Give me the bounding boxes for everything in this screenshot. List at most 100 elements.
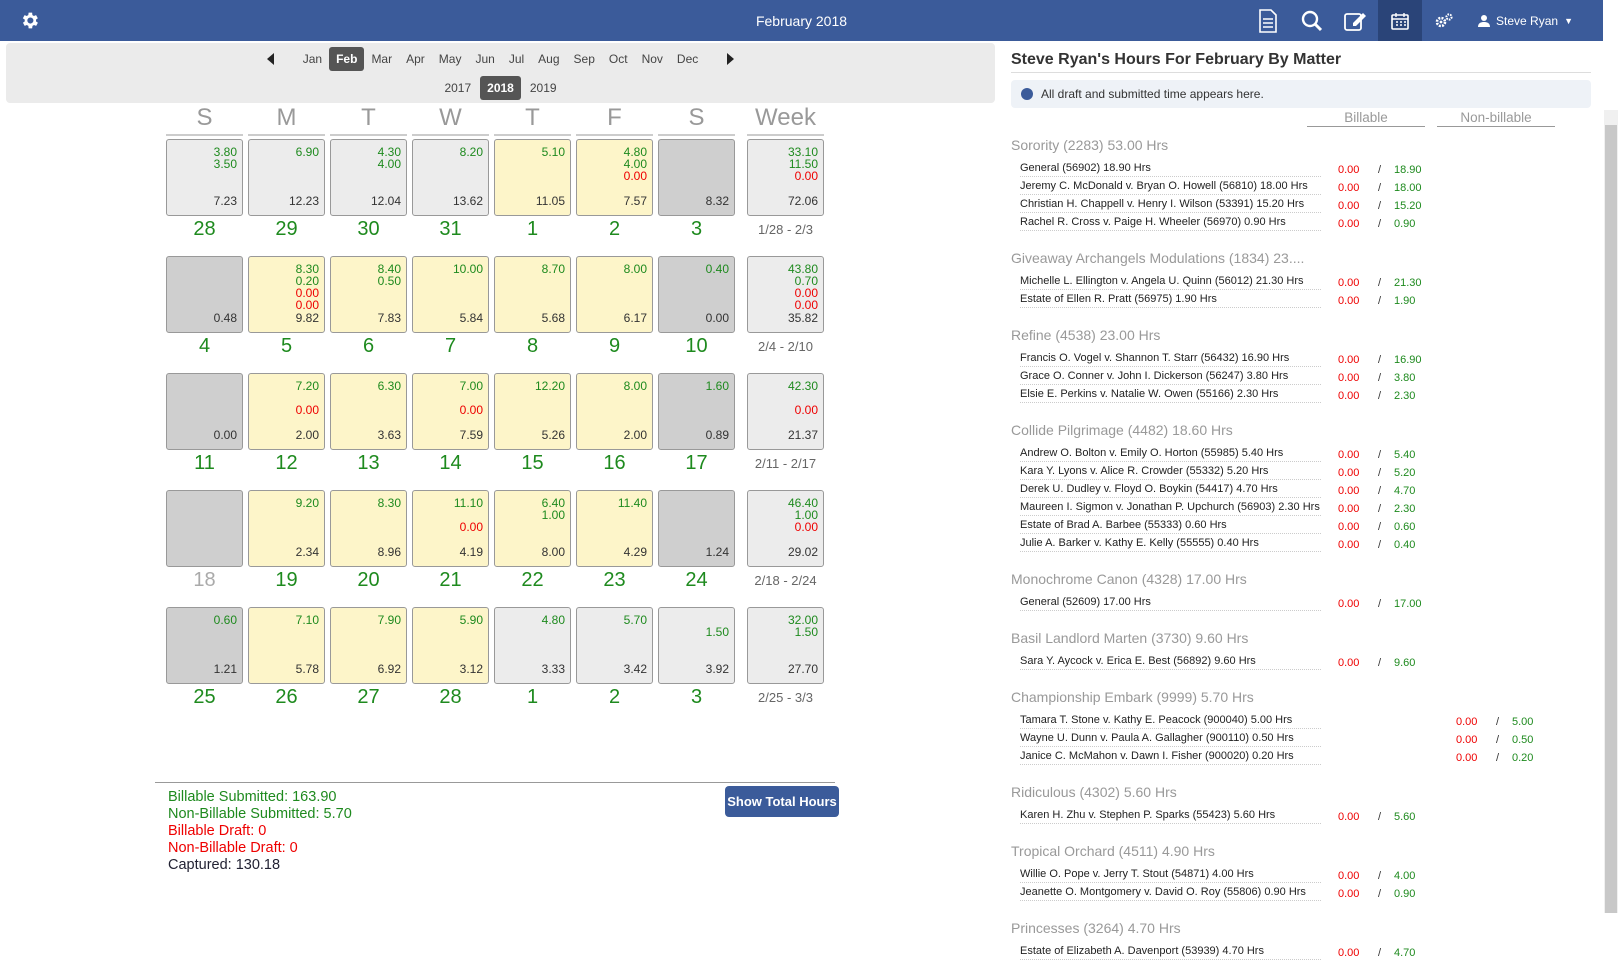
matter-row[interactable]: Karen H. Zhu v. Stephen P. Sparks (55423… [1020,808,1321,824]
prev-month-arrow-icon[interactable] [266,53,274,65]
matter-row[interactable]: Michelle L. Ellington v. Angela U. Quinn… [1020,274,1321,290]
day-cell[interactable]: 7.20 0.00 2.00 [248,373,325,450]
year-2019[interactable]: 2019 [523,76,564,100]
matter-group-header[interactable]: Basil Landlord Marten (3730) 9.60 Hrs [1011,630,1248,646]
week-total-cell[interactable]: 42.30 0.00 21.37 [747,373,824,450]
day-cell[interactable]: 9.20 2.34 [248,490,325,567]
matter-group-header[interactable]: Giveaway Archangels Modulations (1834) 2… [1011,250,1304,266]
day-cell[interactable]: 5.70 3.42 [576,607,653,684]
day-cell[interactable]: 5.10 11.05 [494,139,571,216]
matter-row[interactable]: Elsie E. Perkins v. Natalie W. Owen (551… [1020,387,1321,403]
day-cell[interactable] [166,490,243,567]
matter-row[interactable]: Grace O. Conner v. John I. Dickerson (56… [1020,369,1321,385]
day-cell[interactable]: 8.30 0.20 0.00 0.00 9.82 [248,256,325,333]
week-total-cell[interactable]: 32.00 1.50 27.70 [747,607,824,684]
matter-row[interactable]: Tamara T. Stone v. Kathy E. Peacock (900… [1020,713,1321,729]
day-cell[interactable]: 0.48 [166,256,243,333]
week-total-cell[interactable]: 46.40 1.00 0.00 29.02 [747,490,824,567]
day-cell[interactable]: 8.00 6.17 [576,256,653,333]
month-sep[interactable]: Sep [567,47,602,71]
edit-icon[interactable] [1334,0,1378,41]
day-cell[interactable]: 3.80 3.50 7.23 [166,139,243,216]
month-may[interactable]: May [432,47,469,71]
month-jan[interactable]: Jan [296,47,329,71]
matter-row[interactable]: General (56902) 18.90 Hrs [1020,161,1321,177]
day-cell[interactable]: 6.90 12.23 [248,139,325,216]
day-cell[interactable]: 1.24 [658,490,735,567]
matter-row[interactable]: Julie A. Barker v. Kathy E. Kelly (55555… [1020,536,1321,552]
calendar-icon[interactable] [1378,0,1423,41]
day-cell[interactable]: 8.30 8.96 [330,490,407,567]
day-cell[interactable]: 12.20 5.26 [494,373,571,450]
day-cell[interactable]: 11.10 0.00 4.19 [412,490,489,567]
matter-row[interactable]: Maureen I. Sigmon v. Jonathan P. Upchurc… [1020,500,1321,516]
day-cell[interactable]: 8.20 13.62 [412,139,489,216]
day-cell[interactable]: 1.50 3.92 [658,607,735,684]
matter-row[interactable]: Francis O. Vogel v. Shannon T. Starr (56… [1020,351,1321,367]
day-cell[interactable]: 7.10 5.78 [248,607,325,684]
day-cell[interactable]: 1.60 0.89 [658,373,735,450]
day-cell[interactable]: 8.40 0.50 7.83 [330,256,407,333]
day-cell[interactable]: 0.00 [166,373,243,450]
day-cell[interactable]: 0.40 0.00 [658,256,735,333]
document-icon[interactable] [1246,0,1290,41]
day-cell[interactable]: 4.30 4.00 12.04 [330,139,407,216]
month-aug[interactable]: Aug [531,47,566,71]
matter-group-header[interactable]: Monochrome Canon (4328) 17.00 Hrs [1011,571,1247,587]
month-jul[interactable]: Jul [502,47,531,71]
month-jun[interactable]: Jun [468,47,501,71]
matter-row[interactable]: General (52609) 17.00 Hrs [1020,595,1321,611]
matter-group-header[interactable]: Championship Embark (9999) 5.70 Hrs [1011,689,1254,705]
matter-group-header[interactable]: Collide Pilgrimage (4482) 18.60 Hrs [1011,422,1233,438]
matter-group-header[interactable]: Tropical Orchard (4511) 4.90 Hrs [1011,843,1215,859]
day-cell[interactable]: 7.90 6.92 [330,607,407,684]
matter-row[interactable]: Janice C. McMahon v. Dawn I. Fisher (900… [1020,749,1321,765]
year-2018[interactable]: 2018 [480,76,521,100]
day-cell[interactable]: 8.32 [658,139,735,216]
year-2017[interactable]: 2017 [437,76,478,100]
month-nov[interactable]: Nov [635,47,670,71]
day-cell[interactable]: 7.00 0.00 7.59 [412,373,489,450]
matter-group-header[interactable]: Refine (4538) 23.00 Hrs [1011,327,1160,343]
search-icon[interactable] [1290,0,1334,41]
day-cell[interactable]: 10.00 5.84 [412,256,489,333]
matter-row[interactable]: Estate of Ellen R. Pratt (56975) 1.90 Hr… [1020,292,1321,308]
week-total-cell[interactable]: 33.10 11.50 0.00 72.06 [747,139,824,216]
matter-row[interactable]: Derek U. Dudley v. Floyd O. Boykin (5441… [1020,482,1321,498]
matter-row[interactable]: Jeremy C. McDonald v. Bryan O. Howell (5… [1020,179,1321,195]
show-total-hours-button[interactable]: Show Total Hours [725,786,839,817]
month-mar[interactable]: Mar [364,47,399,71]
matter-row[interactable]: Estate of Brad A. Barbee (55333) 0.60 Hr… [1020,518,1321,534]
day-cell[interactable]: 8.00 2.00 [576,373,653,450]
next-month-arrow-icon[interactable] [727,53,735,65]
day-cell[interactable]: 0.60 1.21 [166,607,243,684]
scrollbar[interactable] [1603,0,1623,913]
matter-row[interactable]: Jeanette O. Montgomery v. David O. Roy (… [1020,885,1321,901]
day-cell[interactable]: 11.40 4.29 [576,490,653,567]
matter-row[interactable]: Kara Y. Lyons v. Alice R. Crowder (55332… [1020,464,1321,480]
billable-value: 0.00 [1338,390,1360,402]
day-cell[interactable]: 4.80 3.33 [494,607,571,684]
matter-row[interactable]: Sara Y. Aycock v. Erica E. Best (56892) … [1020,654,1321,670]
day-cell[interactable]: 6.30 3.63 [330,373,407,450]
month-dec[interactable]: Dec [670,47,705,71]
settings-cogs-icon[interactable] [1422,0,1466,41]
day-cell[interactable]: 5.90 3.12 [412,607,489,684]
matter-row[interactable]: Andrew O. Bolton v. Emily O. Horton (559… [1020,446,1321,462]
matter-row[interactable]: Estate of Elizabeth A. Davenport (53939)… [1020,944,1321,960]
week-total-cell[interactable]: 43.80 0.70 0.00 0.00 35.82 [747,256,824,333]
matter-row[interactable]: Wayne U. Dunn v. Paula A. Gallagher (900… [1020,731,1321,747]
matter-row[interactable]: Willie O. Pope v. Jerry T. Stout (54871)… [1020,867,1321,883]
matter-group-header[interactable]: Ridiculous (4302) 5.60 Hrs [1011,784,1177,800]
matter-group-header[interactable]: Princesses (3264) 4.70 Hrs [1011,920,1181,936]
matter-group-header[interactable]: Sorority (2283) 53.00 Hrs [1011,137,1168,153]
user-menu[interactable]: Steve Ryan ▼ [1466,14,1603,28]
day-cell[interactable]: 4.80 4.00 0.00 7.57 [576,139,653,216]
month-oct[interactable]: Oct [602,47,635,71]
month-feb[interactable]: Feb [329,47,365,71]
day-cell[interactable]: 6.40 1.00 8.00 [494,490,571,567]
day-cell[interactable]: 8.70 5.68 [494,256,571,333]
matter-row[interactable]: Rachel R. Cross v. Paige H. Wheeler (569… [1020,215,1321,231]
matter-row[interactable]: Christian H. Chappell v. Henry I. Wilson… [1020,197,1321,213]
month-apr[interactable]: Apr [399,47,432,71]
